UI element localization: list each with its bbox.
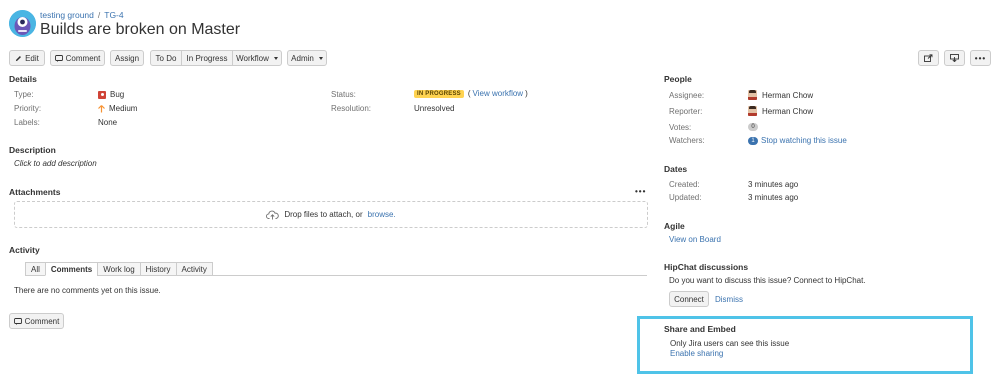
user-avatar-icon bbox=[748, 106, 757, 116]
people-heading: People bbox=[664, 74, 692, 84]
attachment-dropzone[interactable]: Drop files to attach, or browse. bbox=[14, 201, 648, 228]
assignee-value[interactable]: Herman Chow bbox=[748, 90, 813, 100]
breadcrumb-issue-key-link[interactable]: TG-4 bbox=[104, 10, 123, 20]
share-button[interactable] bbox=[944, 50, 965, 66]
comment-button[interactable]: Comment bbox=[50, 50, 105, 66]
comment-icon bbox=[13, 317, 22, 325]
priority-value-text: Medium bbox=[109, 104, 138, 113]
breadcrumb: testing ground / TG-4 bbox=[40, 10, 124, 20]
enable-sharing-link[interactable]: Enable sharing bbox=[670, 349, 723, 358]
share-icon bbox=[950, 54, 959, 62]
assign-button[interactable]: Assign bbox=[110, 50, 144, 66]
votes-value[interactable]: 0 bbox=[748, 123, 758, 131]
todo-button[interactable]: To Do bbox=[150, 50, 182, 66]
issue-summary[interactable]: Builds are broken on Master bbox=[40, 21, 240, 39]
connect-button[interactable]: Connect bbox=[669, 291, 709, 307]
hipchat-text: Do you want to discuss this issue? Conne… bbox=[669, 276, 866, 285]
reporter-name: Herman Chow bbox=[762, 106, 814, 116]
type-value-text: Bug bbox=[110, 90, 125, 99]
tab-activity[interactable]: Activity bbox=[175, 262, 213, 276]
view-workflow-link[interactable]: View workflow bbox=[473, 89, 524, 98]
assignee-name: Herman Chow bbox=[762, 90, 814, 100]
edit-button-label: Edit bbox=[25, 53, 39, 63]
resolution-value: Unresolved bbox=[414, 104, 455, 113]
share-embed-heading: Share and Embed bbox=[664, 324, 736, 334]
edit-button[interactable]: Edit bbox=[9, 50, 45, 66]
updated-label: Updated: bbox=[669, 193, 702, 202]
resolution-label: Resolution: bbox=[331, 104, 372, 113]
watchers-value: 1 Stop watching this issue bbox=[748, 136, 847, 145]
type-label: Type: bbox=[14, 90, 34, 99]
workflow-button-label: Workflow bbox=[236, 53, 269, 63]
details-heading: Details bbox=[9, 74, 37, 84]
breadcrumb-project-link[interactable]: testing ground bbox=[40, 10, 94, 20]
hipchat-heading: HipChat discussions bbox=[664, 262, 749, 272]
in-progress-button[interactable]: In Progress bbox=[181, 50, 233, 66]
dismiss-link[interactable]: Dismiss bbox=[715, 295, 743, 304]
status-badge[interactable]: IN PROGRESS bbox=[414, 89, 464, 98]
chevron-down-icon bbox=[318, 56, 323, 60]
no-comments-text: There are no comments yet on this issue. bbox=[14, 286, 161, 295]
chevron-down-icon bbox=[273, 56, 278, 60]
status-label: Status: bbox=[331, 90, 356, 99]
labels-label: Labels: bbox=[14, 118, 40, 127]
tab-all[interactable]: All bbox=[25, 262, 45, 276]
comment-button-label: Comment bbox=[65, 53, 101, 63]
tab-work-log[interactable]: Work log bbox=[97, 262, 140, 276]
tab-comments[interactable]: Comments bbox=[44, 262, 98, 276]
add-comment-button-label: Comment bbox=[24, 316, 60, 326]
attachments-heading: Attachments bbox=[9, 187, 61, 197]
admin-button-label: Admin bbox=[291, 53, 314, 63]
status-paren-open: ( bbox=[467, 89, 471, 98]
user-avatar-icon bbox=[748, 90, 757, 100]
tab-history[interactable]: History bbox=[139, 262, 176, 276]
activity-tabs: All Comments Work log History Activity bbox=[25, 262, 213, 276]
activity-heading: Activity bbox=[9, 245, 40, 255]
type-value[interactable]: Bug bbox=[98, 90, 124, 99]
workflow-button[interactable]: Workflow bbox=[232, 50, 282, 66]
attachments-menu-icon[interactable]: ••• bbox=[635, 187, 646, 196]
watchers-label: Watchers: bbox=[669, 136, 705, 145]
cloud-upload-icon bbox=[266, 210, 280, 220]
watchers-count-badge[interactable]: 1 bbox=[748, 136, 758, 145]
stop-watching-link[interactable]: Stop watching this issue bbox=[761, 136, 847, 145]
description-placeholder[interactable]: Click to add description bbox=[14, 159, 97, 168]
assignee-label: Assignee: bbox=[669, 91, 705, 100]
add-comment-button[interactable]: Comment bbox=[9, 313, 64, 329]
status-paren-close: ) bbox=[525, 89, 528, 98]
admin-button[interactable]: Admin bbox=[287, 50, 327, 66]
reporter-value[interactable]: Herman Chow bbox=[748, 106, 813, 116]
agile-heading: Agile bbox=[664, 221, 685, 231]
pencil-icon bbox=[15, 55, 22, 62]
project-avatar-icon[interactable] bbox=[9, 10, 36, 37]
labels-value[interactable]: None bbox=[98, 118, 117, 127]
status-value: IN PROGRESS (View workflow) bbox=[414, 89, 528, 98]
browse-link[interactable]: browse. bbox=[368, 210, 396, 219]
view-on-board-link[interactable]: View on Board bbox=[669, 235, 721, 244]
export-button[interactable] bbox=[918, 50, 939, 66]
votes-label: Votes: bbox=[669, 123, 692, 132]
export-icon bbox=[924, 54, 933, 62]
created-value: 3 minutes ago bbox=[748, 180, 799, 189]
description-heading: Description bbox=[9, 145, 56, 155]
updated-value: 3 minutes ago bbox=[748, 193, 799, 202]
more-actions-button[interactable]: ••• bbox=[970, 50, 991, 66]
bug-icon bbox=[98, 90, 106, 99]
breadcrumb-separator: / bbox=[97, 10, 101, 20]
created-label: Created: bbox=[669, 180, 700, 189]
dates-heading: Dates bbox=[664, 164, 688, 174]
priority-label: Priority: bbox=[14, 104, 42, 113]
comment-icon bbox=[54, 54, 63, 62]
priority-value[interactable]: Medium bbox=[98, 104, 137, 113]
reporter-label: Reporter: bbox=[669, 107, 703, 116]
more-icon: ••• bbox=[974, 53, 987, 63]
share-embed-text: Only Jira users can see this issue bbox=[670, 339, 790, 348]
votes-count-badge: 0 bbox=[748, 123, 758, 131]
priority-medium-icon bbox=[98, 104, 105, 113]
dropzone-text: Drop files to attach, or bbox=[284, 210, 363, 219]
